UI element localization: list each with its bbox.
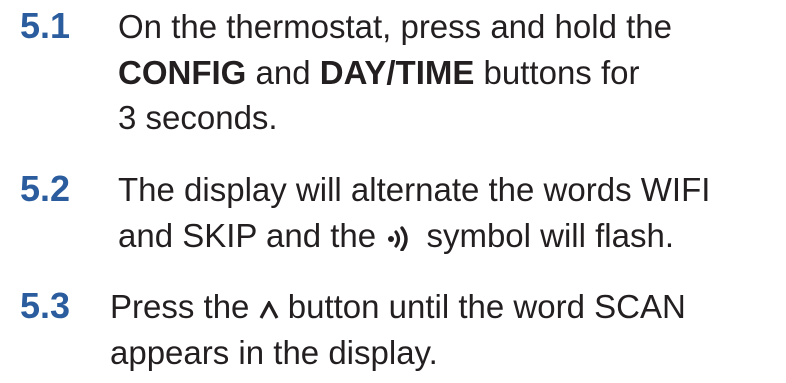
step-number: 5.1 [20,5,71,46]
step-text-line: The display will alternate the words WIF… [118,171,711,208]
step-text: On the thermostat, press and hold the CO… [118,4,672,141]
step-text-fragment: and SKIP and the [118,216,386,254]
step-number: 5.3 [20,285,71,326]
step-number: 5.2 [20,168,71,209]
step-text: The display will alternate the words WIF… [118,167,710,258]
step-text-fragment: buttons for [474,53,640,91]
step-text-fragment: symbol will flash. [417,216,675,254]
config-button-name: CONFIG [118,53,247,91]
step-text-line: CONFIG and DAY/TIME buttons for [118,50,672,96]
step-text-line: On the thermostat, press and hold the [118,8,672,45]
step-text-fragment: button until the word SCAN [278,288,686,325]
step-text-line: appears in the display. [110,333,438,371]
up-caret-icon [259,301,278,319]
wifi-signal-icon [388,225,408,251]
step-text-line: Press the button until the word SCAN [110,284,686,330]
daytime-button-name: DAY/TIME [319,53,475,91]
step-text: Press the button until the word SCAN app… [110,284,686,375]
step-text-line: 3 seconds. [118,99,278,136]
step-text-line: and SKIP and the symbol will flash. [118,213,710,259]
step-text-fragment: and [246,53,320,91]
step-text-fragment: Press the [110,288,259,325]
